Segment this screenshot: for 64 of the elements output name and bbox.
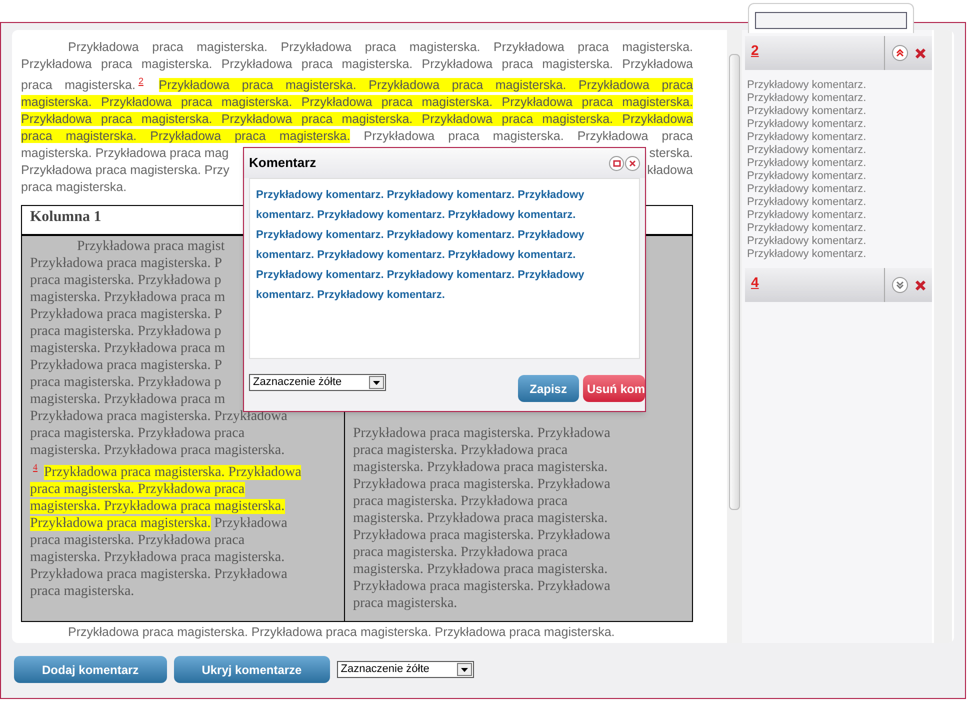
comment-number-link[interactable]: 2 bbox=[745, 36, 759, 61]
text-line: praca magisterska. Przykładowa praca bbox=[353, 442, 568, 460]
text-line: Przykładowa praca magisterska. Przykładowa bbox=[353, 425, 610, 442]
chevrons-up-icon bbox=[896, 49, 904, 57]
text-line: magisterska. Przykładowa praca mag bbox=[21, 145, 229, 162]
text-line: kładowa bbox=[647, 162, 693, 180]
expand-button[interactable] bbox=[892, 277, 908, 293]
text-line: Przykładowa praca magisterska. Przykładowa praca magisterska. Przykładowa praca magisterska. bbox=[67, 39, 693, 56]
text-line: magisterska. Przykładowa praca m bbox=[30, 391, 226, 408]
text-line: Przykładowa praca magisterska. Przykładowa bbox=[30, 514, 288, 532]
text-line: praca magisterska. Przykładowa praca magisterska. Przykładowa praca magisterska. Przykładowa praca bbox=[21, 128, 693, 146]
text-line: praca magisterska. Przykładowa p bbox=[30, 323, 222, 340]
comments-search-field[interactable] bbox=[748, 3, 914, 33]
toolbar-button[interactable]: Dodaj komentarz bbox=[14, 656, 167, 683]
comment-number-link[interactable]: 4 bbox=[745, 268, 759, 293]
text-line: Przykładowa praca magisterska. Przykładowa bbox=[30, 566, 288, 583]
text-line: praca magisterska. $^{2}$ Przykładowa praca magisterska. Przykładowa praca magisterska. Przykładowa praca bbox=[21, 75, 693, 94]
text-line: magisterska. Przykładowa praca magisterska. bbox=[30, 442, 285, 460]
text-line: praca magisterska. bbox=[21, 179, 127, 196]
comment-text: Przykładowy komentarz. Przykładowy komentarz. Przykładowy komentarz. Przykładowy komentarz. Przykładowy komentarz. Przykładowy komentarz. Przykładowy komentarz. Przykładowy komentarz. Przykładowy komentarz. Przykładowy komentarz. Przykładowy komentarz. Przykładowy komentarz. Przykładowy komentarz. Przykładowy komentarz. bbox=[746, 78, 868, 262]
text-line: magisterska. Przykładowa praca magisterska. bbox=[353, 510, 608, 528]
dialog-title: Komentarz bbox=[249, 154, 318, 172]
comment-text-area[interactable]: Przykładowy komentarz. Przykładowy komentarz. Przykładowy komentarz. Przykładowy komentarz. Przykładowy komentarz. Przykładowy komentarz. Przykładowy komentarz. Przykładowy komentarz. Przykładowy komentarz. Przykładowy komentarz. Przykładowy komentarz. Przykładowy komentarz. Przykładowy komentarz. Przykładowy komentarz. bbox=[249, 178, 640, 359]
text-line: magisterska. Przykładowa praca m bbox=[30, 340, 226, 358]
text-line: Przykładowa praca magisterska. Przykładowa praca magisterska. Przykładowa praca magisterska. bbox=[67, 624, 615, 642]
text-line: Przykładowa praca magisterska. Przy bbox=[21, 162, 230, 180]
text-line: praca magisterska. Przykładowa praca bbox=[30, 425, 245, 442]
text-line: sterska. bbox=[649, 145, 693, 162]
text-line: praca magisterska. Przykładowa praca bbox=[30, 532, 245, 549]
chevrons-down-icon bbox=[896, 281, 904, 289]
highlight-select[interactable]: Zaznaczenie żółte bbox=[336, 661, 474, 678]
text-line: Przykładowa praca magist bbox=[76, 238, 225, 256]
close-icon bbox=[629, 160, 636, 166]
text-line: Przykładowa praca magisterska. P bbox=[30, 255, 222, 272]
text-line: praca magisterska. bbox=[353, 595, 458, 612]
footnote-link[interactable]: 2 bbox=[138, 76, 144, 86]
window-icon bbox=[612, 160, 620, 166]
text-line: Przykładowa praca magisterska. P bbox=[30, 357, 222, 374]
delete-button[interactable]: Usuń kom bbox=[582, 375, 645, 402]
text-line: Przykładowa praca magisterska. Przykładowa bbox=[353, 578, 610, 596]
text-line: praca magisterska. bbox=[30, 582, 134, 600]
text-line: magisterska. Przykładowa praca magisterska. bbox=[353, 459, 608, 476]
save-button[interactable]: Zapisz bbox=[518, 375, 579, 402]
restore-button[interactable] bbox=[609, 156, 624, 170]
text-line: Przykładowa praca magisterska. Przykładowa bbox=[353, 476, 610, 494]
text-line: magisterska. Przykładowa praca m bbox=[30, 289, 226, 306]
text-line: Przykładowa praca magisterska. Przykładowa bbox=[30, 408, 288, 426]
text-line: Przykładowa praca magisterska. P bbox=[30, 306, 222, 324]
text-line: magisterska. Przykładowa praca magisterska. bbox=[30, 548, 285, 566]
text-line: magisterska. Przykładowa praca magisterska. bbox=[353, 561, 608, 578]
text-line: praca magisterska. Przykładowa praca bbox=[353, 493, 568, 510]
highlight-select[interactable]: Zaznaczenie żółte bbox=[249, 374, 386, 391]
close-button[interactable] bbox=[625, 156, 640, 170]
text-line: praca magisterska. Przykładowa praca bbox=[353, 544, 568, 562]
collapse-button[interactable] bbox=[892, 45, 908, 61]
footnote-link[interactable]: 4 bbox=[33, 462, 38, 472]
column-header: Kolumna 1 bbox=[30, 209, 102, 226]
toolbar-button[interactable]: Ukryj komentarze bbox=[174, 656, 330, 683]
text-line: Przykładowa praca magisterska. Przykładowa bbox=[353, 527, 610, 544]
delete-icon[interactable] bbox=[915, 48, 926, 58]
text-line: Przykładowa praca magisterska. Przykładowa praca magisterska. Przykładowa praca magisterska. Przykładowa bbox=[21, 56, 693, 73]
text-line: praca magisterska. Przykładowa p bbox=[30, 374, 222, 392]
delete-icon[interactable] bbox=[915, 280, 926, 290]
text-line: praca magisterska. Przykładowa p bbox=[30, 272, 222, 290]
